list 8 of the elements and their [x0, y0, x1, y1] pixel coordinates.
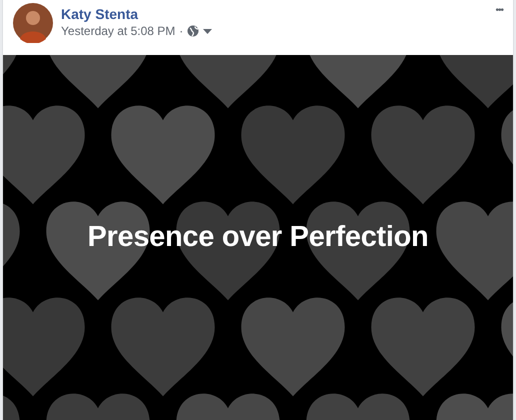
post-text: Presence over Perfection	[88, 221, 428, 254]
author-name[interactable]: Katy Stenta	[61, 5, 488, 23]
avatar[interactable]	[13, 3, 53, 43]
separator: ·	[179, 23, 184, 39]
more-options-button[interactable]: •••	[495, 5, 503, 16]
caret-icon[interactable]	[203, 28, 212, 34]
globe-icon	[187, 25, 200, 37]
timestamp[interactable]: Yesterday at 5:08 PM	[61, 23, 176, 39]
